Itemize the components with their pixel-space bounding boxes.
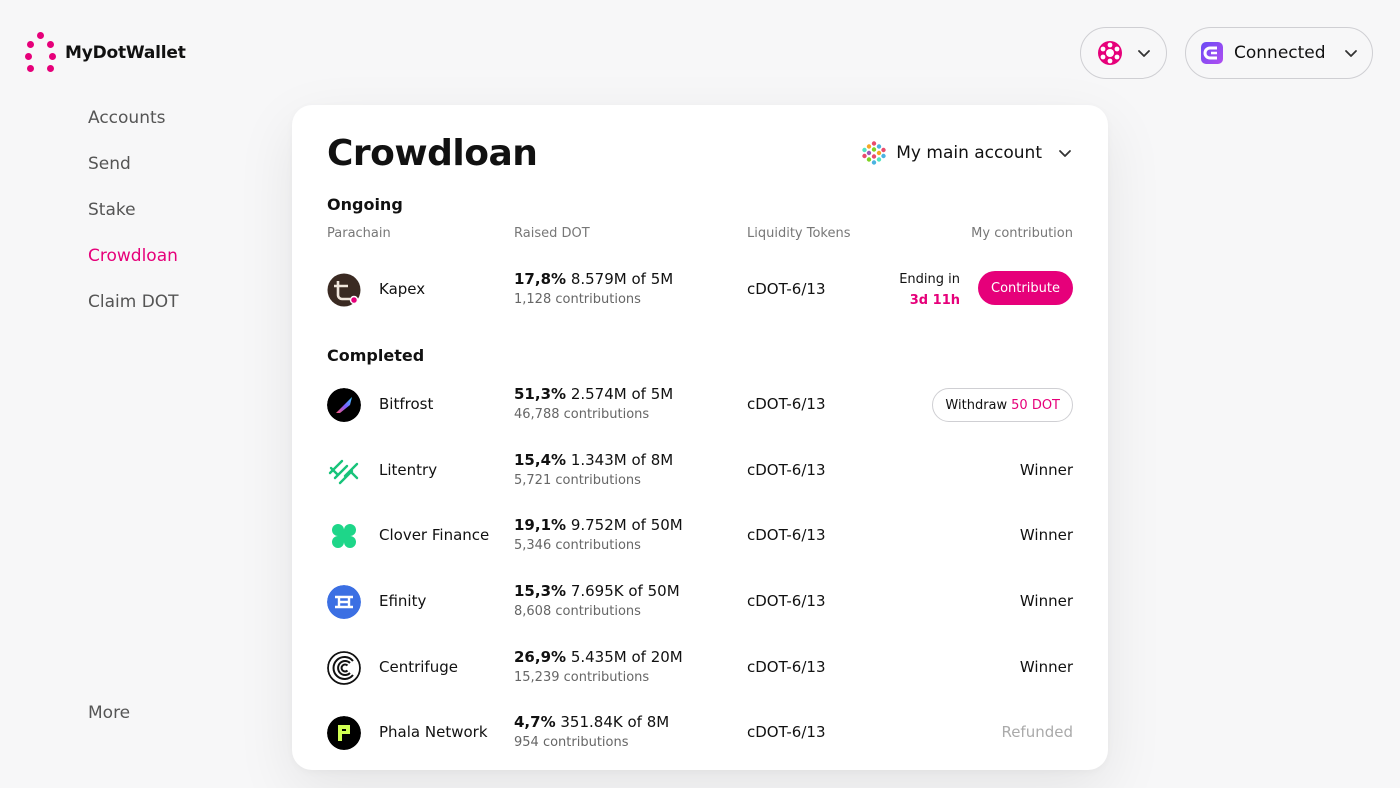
status-winner: Winner (1019, 592, 1073, 610)
status-winner: Winner (1019, 461, 1073, 479)
parachain-name: Clover Finance (379, 526, 490, 544)
raised-amount: 51,3% 2.574M of 5M (514, 385, 674, 403)
column-header-tokens: Liquidity Tokens (747, 226, 851, 241)
liquidity-token: cDOT-6/13 (747, 526, 826, 544)
centrifuge-logo-icon (327, 651, 361, 685)
parachain-name: Efinity (379, 592, 427, 610)
sidebar-item-accounts[interactable]: Accounts (88, 106, 179, 152)
litentry-logo-icon (328, 459, 359, 485)
raised-amount: 19,1% 9.752M of 50M (514, 516, 683, 534)
status-refunded: Refunded (1001, 723, 1073, 741)
bitfrost-logo-icon (327, 388, 361, 422)
contribution-count: 46,788 contributions (514, 407, 650, 422)
liquidity-token: cDOT-6/13 (747, 395, 826, 413)
app-name: MyDotWallet (65, 43, 186, 63)
raised-amount: 4,7% 351.84K of 8M (514, 713, 670, 731)
chevron-down-icon (1137, 50, 1150, 57)
contribution-count: 5,346 contributions (514, 538, 641, 553)
column-header-contribution: My contribution (971, 226, 1073, 241)
account-identicon-icon (862, 141, 886, 165)
kapex-logo-icon (327, 273, 361, 307)
column-header-raised: Raised DOT (514, 226, 590, 241)
efinity-logo-icon (327, 585, 361, 619)
connected-wallet-button[interactable]: Connected (1185, 27, 1373, 79)
liquidity-token: cDOT-6/13 (747, 592, 826, 610)
column-header-parachain: Parachain (327, 226, 391, 241)
raised-amount: 15,4% 1.343M of 8M (514, 451, 674, 469)
raised-amount: 26,9% 5.435M of 20M (514, 648, 683, 666)
polkadot-logo-icon (25, 32, 57, 74)
parachain-name: Bitfrost (379, 395, 434, 413)
liquidity-token: cDOT-6/13 (747, 280, 826, 298)
table-row: Clover Finance 19,1% 9.752M of 50M 5,346… (327, 511, 1073, 561)
network-selector[interactable] (1080, 27, 1167, 79)
contribution-count: 5,721 contributions (514, 473, 641, 488)
polkadot-icon (1097, 41, 1122, 65)
table-row: Litentry 15,4% 1.343M of 8M 5,721 contri… (327, 446, 1073, 496)
ending-countdown: Ending in 3d 11h (899, 272, 960, 308)
account-selector[interactable]: My main account (862, 141, 1072, 165)
sidebar-item-crowdloan[interactable]: Crowdloan (88, 244, 179, 290)
contribution-count: 15,239 contributions (514, 670, 650, 685)
sidebar-nav: Accounts Send Stake Crowdloan Claim DOT (88, 106, 179, 336)
sidebar-item-claim-dot[interactable]: Claim DOT (88, 290, 179, 336)
page-title: Crowdloan (327, 133, 538, 174)
liquidity-token: cDOT-6/13 (747, 461, 826, 479)
phala-logo-icon (327, 716, 361, 750)
status-winner: Winner (1019, 658, 1073, 676)
withdraw-button[interactable]: Withdraw 50 DOT (932, 388, 1073, 422)
app-logo[interactable]: MyDotWallet (25, 32, 186, 74)
parachain-name: Kapex (379, 280, 426, 298)
sidebar-item-stake[interactable]: Stake (88, 198, 179, 244)
contribution-count: 954 contributions (514, 735, 629, 750)
liquidity-token: cDOT-6/13 (747, 723, 826, 741)
status-winner: Winner (1019, 526, 1073, 544)
chevron-down-icon (1344, 50, 1357, 57)
contribution-count: 1,128 contributions (514, 292, 641, 307)
contribution-count: 8,608 contributions (514, 604, 641, 619)
chevron-down-icon (1059, 150, 1071, 157)
connected-label: Connected (1234, 43, 1326, 63)
ongoing-heading: Ongoing (327, 195, 403, 214)
parachain-name: Phala Network (379, 723, 488, 741)
completed-heading: Completed (327, 346, 425, 365)
liquidity-token: cDOT-6/13 (747, 658, 826, 676)
sidebar-item-send[interactable]: Send (88, 152, 179, 198)
contribute-button[interactable]: Contribute (978, 271, 1073, 305)
table-row: Phala Network 4,7% 351.84K of 8M 954 con… (327, 708, 1073, 758)
raised-amount: 15,3% 7.695K of 50M (514, 582, 680, 600)
table-row: Kapex 17,8% 8.579M of 5M 1,128 contribut… (327, 265, 1073, 315)
clover-logo-icon (332, 524, 356, 548)
crowdloan-card: Crowdloan My main account Ongoing Parach… (292, 105, 1108, 770)
table-row: Centrifuge 26,9% 5.435M of 20M 15,239 co… (327, 643, 1073, 693)
sidebar-item-more[interactable]: More (88, 703, 130, 723)
wallet-extension-icon (1201, 42, 1223, 64)
parachain-name: Litentry (379, 461, 438, 479)
account-name: My main account (896, 143, 1042, 163)
table-row: Bitfrost 51,3% 2.574M of 5M 46,788 contr… (327, 380, 1073, 430)
raised-amount: 17,8% 8.579M of 5M (514, 270, 674, 288)
parachain-name: Centrifuge (379, 658, 458, 676)
table-row: Efinity 15,3% 7.695K of 50M 8,608 contri… (327, 577, 1073, 627)
